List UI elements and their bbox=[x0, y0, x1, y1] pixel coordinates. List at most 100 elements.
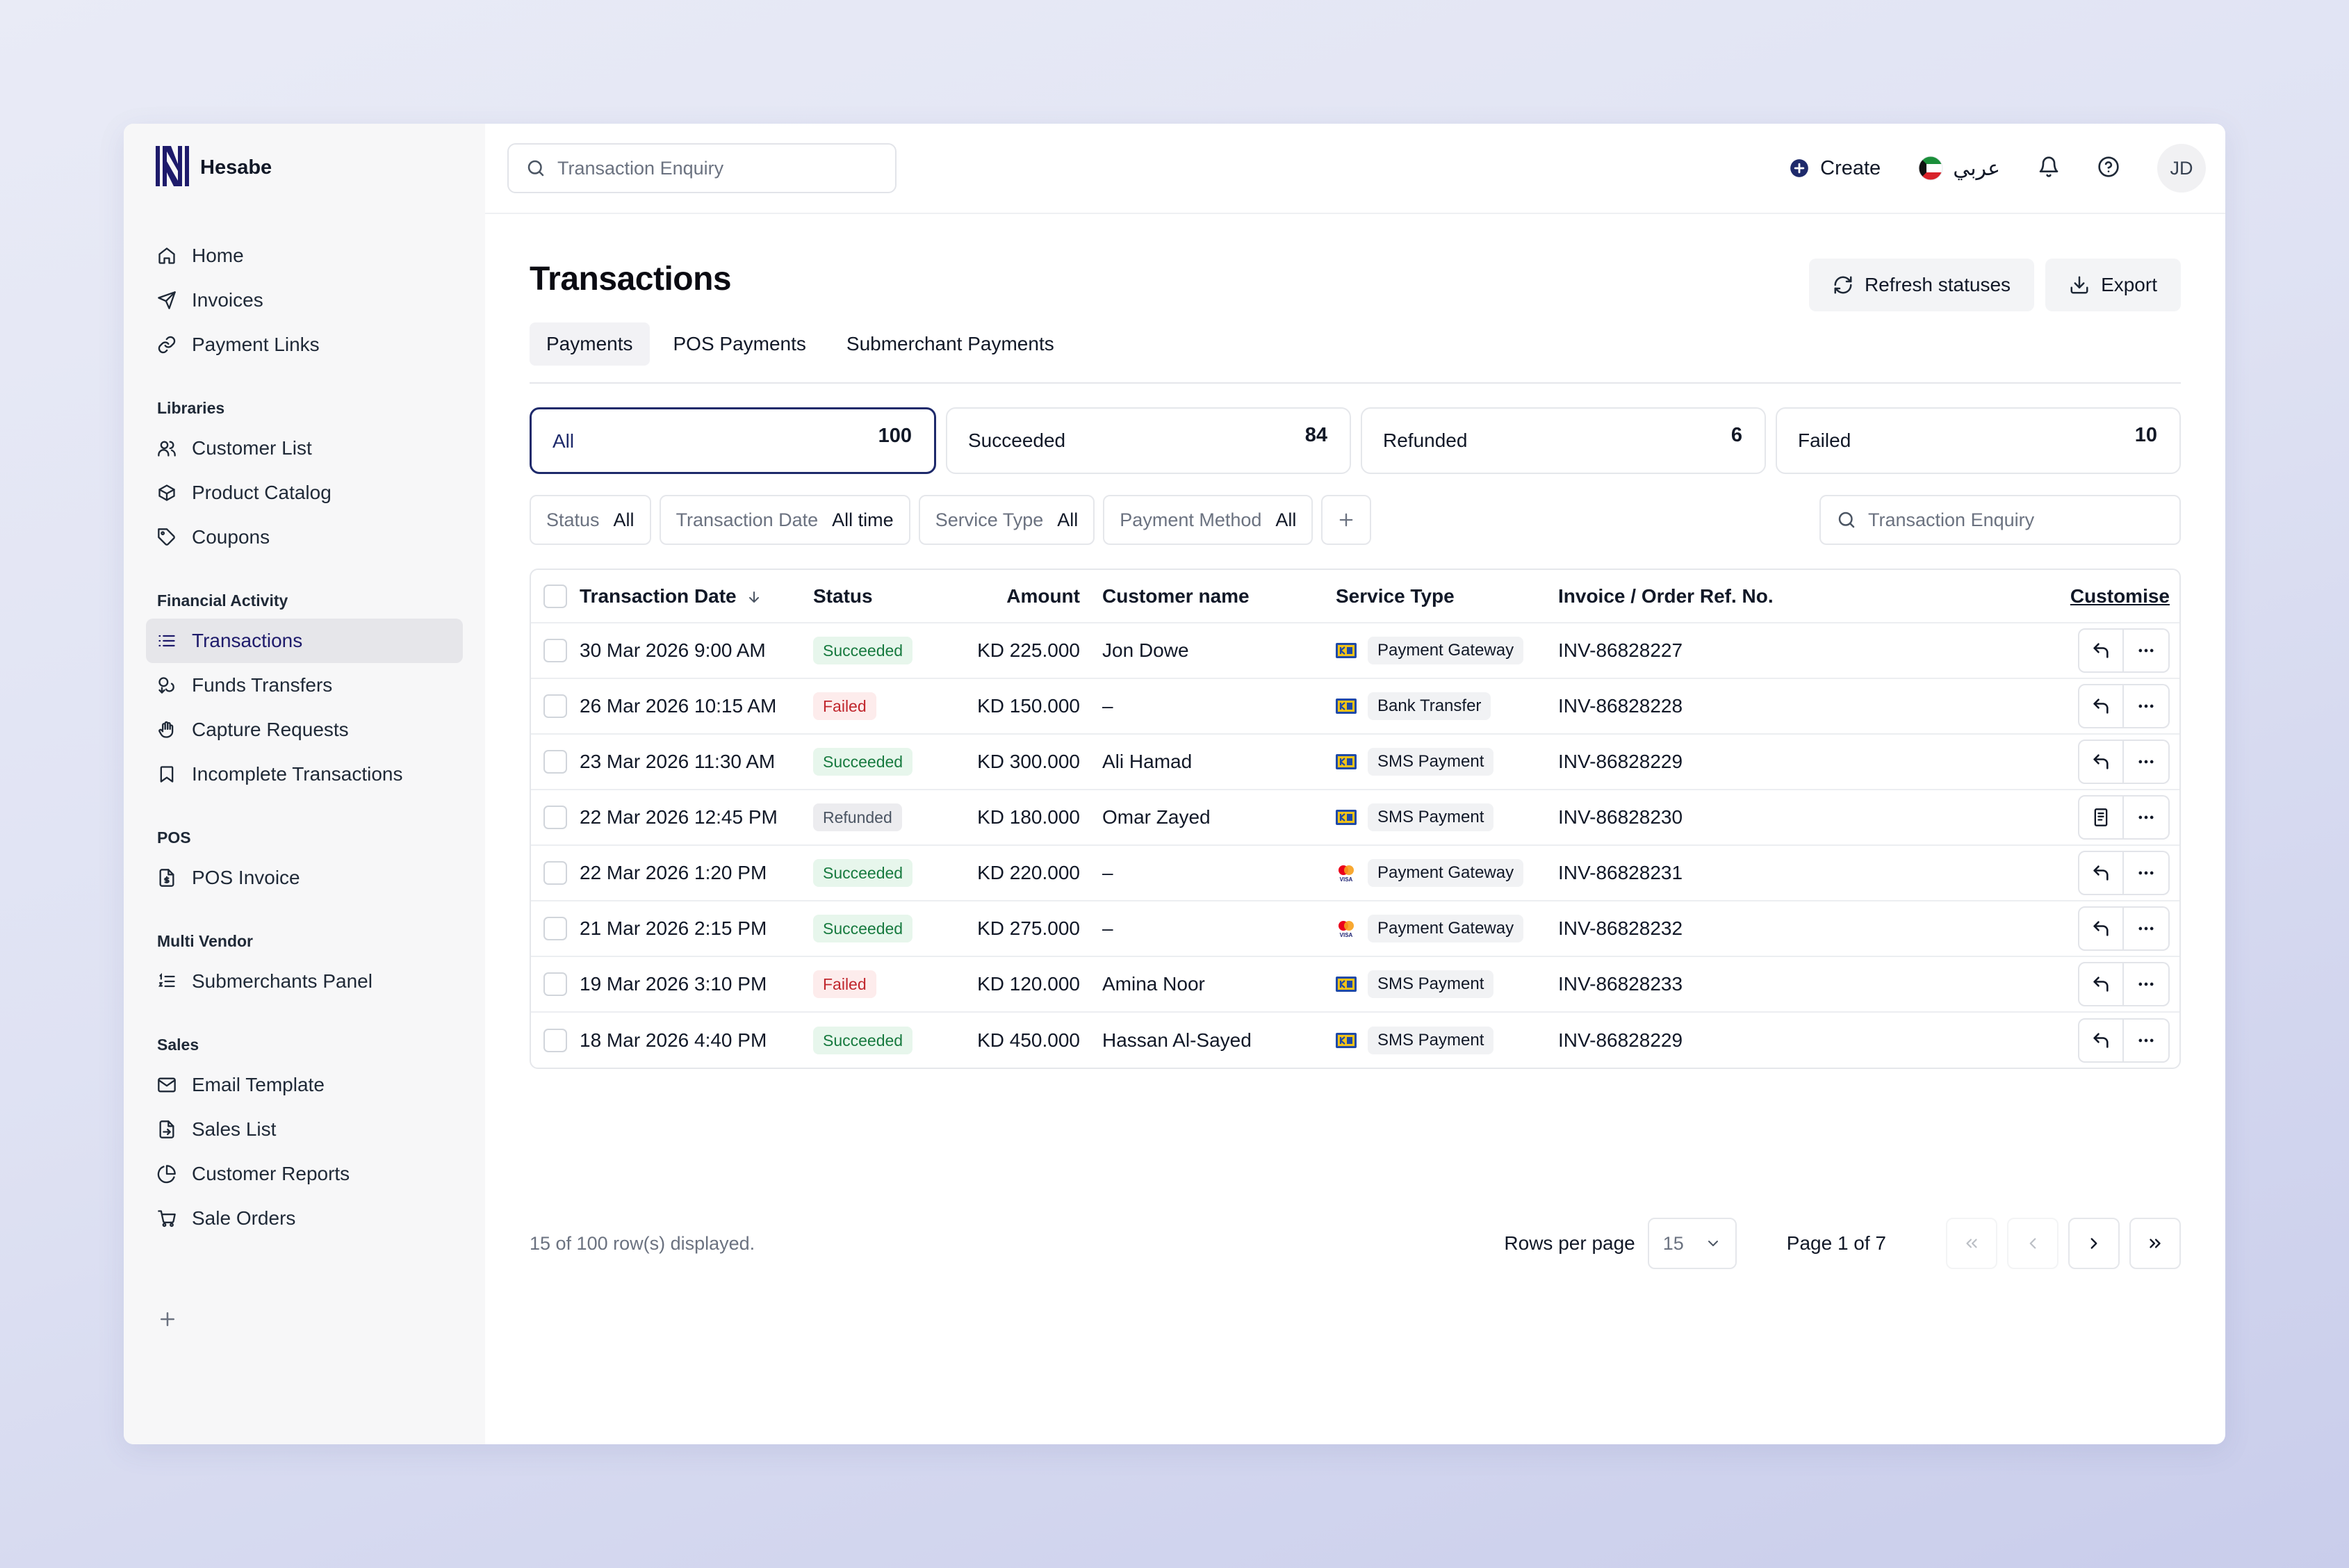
filter-transaction-date[interactable]: Transaction Date All time bbox=[659, 495, 910, 545]
notifications-button[interactable] bbox=[2038, 156, 2060, 181]
customise-link[interactable]: Customise bbox=[2070, 585, 2170, 607]
sidebar-item-payment-links[interactable]: Payment Links bbox=[146, 322, 463, 367]
brand[interactable]: Hesabe bbox=[154, 145, 272, 191]
more-actions-button[interactable] bbox=[2124, 795, 2170, 840]
table-search-placeholder: Transaction Enquiry bbox=[1868, 509, 2035, 530]
export-button[interactable]: Export bbox=[2045, 259, 2181, 311]
language-switch-button[interactable]: عربي bbox=[1918, 156, 2000, 181]
stat-card-all[interactable]: All 100 bbox=[530, 407, 936, 474]
table-row[interactable]: 26 Mar 2026 10:15 AM Failed KD 150.000– Ban… bbox=[531, 678, 2179, 734]
select-all-checkbox[interactable] bbox=[543, 584, 567, 608]
row-checkbox[interactable] bbox=[543, 861, 567, 885]
add-filter-button[interactable] bbox=[1321, 495, 1372, 545]
sidebar-item-customer-reports[interactable]: Customer Reports bbox=[146, 1152, 463, 1196]
tab-payments[interactable]: Payments bbox=[530, 322, 650, 366]
sidebar-item-pos-invoice[interactable]: POS Invoice bbox=[146, 856, 463, 900]
sidebar-item-incomplete-transactions[interactable]: Incomplete Transactions bbox=[146, 752, 463, 797]
row-checkbox[interactable] bbox=[543, 1028, 567, 1052]
sidebar-item-sales-list[interactable]: Sales List bbox=[146, 1107, 463, 1152]
sidebar-item-submerchants-panel[interactable]: Submerchants Panel bbox=[146, 959, 463, 1004]
create-button[interactable]: Create bbox=[1790, 157, 1881, 180]
tab-pos-payments[interactable]: POS Payments bbox=[657, 322, 823, 366]
mastercard-visa-icon: VISA bbox=[1339, 921, 1354, 938]
refund-button[interactable] bbox=[2078, 1018, 2124, 1063]
sidebar-item-transactions[interactable]: Transactions bbox=[146, 619, 463, 663]
row-checkbox[interactable] bbox=[543, 639, 567, 663]
row-checkbox[interactable] bbox=[543, 750, 567, 774]
table-search-input[interactable]: Transaction Enquiry bbox=[1819, 495, 2181, 545]
col-header-amount[interactable]: Amount bbox=[966, 570, 1102, 623]
service-type-label: Bank Transfer bbox=[1368, 692, 1491, 720]
top-search-input[interactable]: Transaction Enquiry bbox=[507, 143, 897, 193]
avatar[interactable]: JD bbox=[2157, 144, 2206, 193]
stat-card-failed[interactable]: Failed 10 bbox=[1776, 407, 2181, 474]
more-actions-button[interactable] bbox=[2124, 962, 2170, 1006]
col-header-service-type[interactable]: Service Type bbox=[1336, 570, 1558, 623]
more-actions-button[interactable] bbox=[2124, 628, 2170, 673]
rows-per-page-select[interactable]: 15 bbox=[1647, 1218, 1737, 1269]
service-type-label: SMS Payment bbox=[1368, 803, 1494, 831]
table-row[interactable]: 23 Mar 2026 11:30 AM Succeeded KD 300.000 A… bbox=[531, 734, 2179, 790]
table-row[interactable]: 22 Mar 2026 12:45 PM Refunded KD 180.000 Om… bbox=[531, 790, 2179, 845]
table-row[interactable]: 18 Mar 2026 4:40 PM Succeeded KD 450.000 Ha… bbox=[531, 1012, 2179, 1068]
previous-page-button[interactable] bbox=[2007, 1218, 2059, 1269]
pie-chart-icon bbox=[157, 1165, 176, 1184]
table-row[interactable]: 19 Mar 2026 3:10 PM Failed KD 120.000 Amina… bbox=[531, 956, 2179, 1012]
stat-label: All bbox=[553, 430, 575, 452]
filter-payment-method[interactable]: Payment Method All bbox=[1103, 495, 1313, 545]
add-section-button[interactable] bbox=[157, 1305, 178, 1337]
sidebar-item-coupons[interactable]: Coupons bbox=[146, 515, 463, 560]
sidebar-item-label: Incomplete Transactions bbox=[192, 763, 403, 785]
help-button[interactable] bbox=[2097, 156, 2120, 181]
cell-service-type: SMS Payment bbox=[1336, 970, 1494, 998]
refund-button[interactable] bbox=[2078, 851, 2124, 895]
receipt-button[interactable] bbox=[2078, 795, 2124, 840]
nav-section-financial-activity: Financial Activity Transactions Funds Tr… bbox=[146, 579, 463, 797]
col-header-transaction-date[interactable]: Transaction Date bbox=[580, 570, 813, 623]
col-header-status[interactable]: Status bbox=[813, 570, 966, 623]
table-row[interactable]: 22 Mar 2026 1:20 PM Succeeded KD 220.000 – V… bbox=[531, 845, 2179, 901]
first-page-button[interactable] bbox=[1946, 1218, 1997, 1269]
tab-submerchant-payments[interactable]: Submerchant Payments bbox=[830, 322, 1071, 366]
sidebar-item-product-catalog[interactable]: Product Catalog bbox=[146, 471, 463, 515]
status-badge: Failed bbox=[813, 692, 876, 720]
last-page-button[interactable] bbox=[2129, 1218, 2181, 1269]
refund-button[interactable] bbox=[2078, 906, 2124, 951]
sidebar-item-customer-list[interactable]: Customer List bbox=[146, 426, 463, 471]
more-actions-button[interactable] bbox=[2124, 851, 2170, 895]
row-checkbox[interactable] bbox=[543, 972, 567, 997]
row-checkbox[interactable] bbox=[543, 806, 567, 830]
row-checkbox[interactable] bbox=[543, 917, 567, 941]
refresh-statuses-button[interactable]: Refresh statuses bbox=[1808, 259, 2035, 311]
table-row[interactable]: 30 Mar 2026 9:00 AM Succeeded KD 225.000 Jo… bbox=[531, 623, 2179, 678]
stat-card-refunded[interactable]: Refunded 6 bbox=[1361, 407, 1766, 474]
refund-button[interactable] bbox=[2078, 740, 2124, 784]
more-actions-button[interactable] bbox=[2124, 740, 2170, 784]
row-checkbox[interactable] bbox=[543, 694, 567, 719]
more-actions-button[interactable] bbox=[2124, 684, 2170, 728]
filter-service-type[interactable]: Service Type All bbox=[918, 495, 1095, 545]
rows-per-page-value: 15 bbox=[1662, 1232, 1684, 1254]
cell-amount: KD 180.000 bbox=[977, 806, 1080, 828]
filter-status[interactable]: Status All bbox=[530, 495, 651, 545]
header-actions: Refresh statuses Export bbox=[1808, 259, 2181, 311]
sidebar-item-invoices[interactable]: Invoices bbox=[146, 278, 463, 322]
refund-button[interactable] bbox=[2078, 962, 2124, 1006]
col-header-invoice[interactable]: Invoice / Order Ref. No. bbox=[1558, 570, 1864, 623]
table-row[interactable]: 21 Mar 2026 2:15 PM Succeeded KD 275.000– V… bbox=[531, 901, 2179, 956]
more-actions-button[interactable] bbox=[2124, 1018, 2170, 1063]
col-header-customer-name[interactable]: Customer name bbox=[1102, 570, 1336, 623]
more-horizontal-icon bbox=[2138, 815, 2154, 819]
rows-per-page-label: Rows per page bbox=[1504, 1232, 1635, 1254]
tabs: Payments POS Payments Submerchant Paymen… bbox=[530, 322, 2181, 384]
sidebar-item-sale-orders[interactable]: Sale Orders bbox=[146, 1196, 463, 1241]
refund-button[interactable] bbox=[2078, 684, 2124, 728]
sidebar-item-email-template[interactable]: Email Template bbox=[146, 1063, 463, 1107]
stat-card-succeeded[interactable]: Succeeded 84 bbox=[946, 407, 1351, 474]
next-page-button[interactable] bbox=[2068, 1218, 2120, 1269]
sidebar-item-capture-requests[interactable]: Capture Requests bbox=[146, 708, 463, 752]
sidebar-item-funds-transfers[interactable]: Funds Transfers bbox=[146, 663, 463, 708]
refund-button[interactable] bbox=[2078, 628, 2124, 673]
more-actions-button[interactable] bbox=[2124, 906, 2170, 951]
sidebar-item-home[interactable]: Home bbox=[146, 234, 463, 278]
